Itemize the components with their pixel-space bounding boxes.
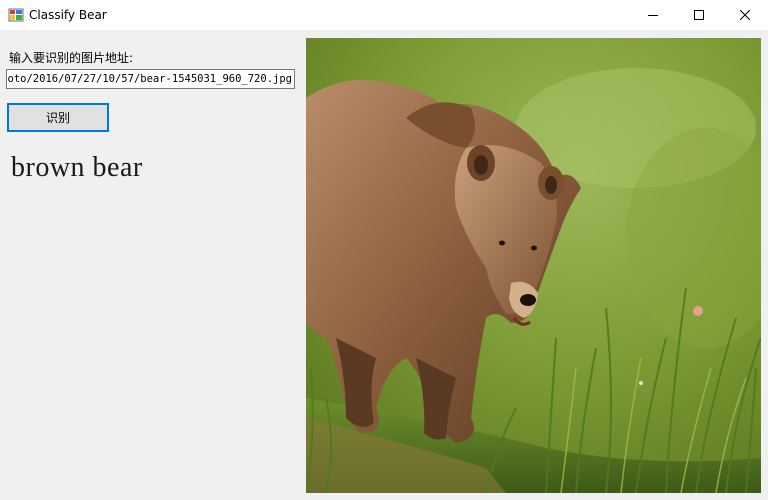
bear-photo	[306, 38, 761, 493]
classify-bear-window: Classify Bear 输入要识别的图片地址: photo/2016/07/…	[0, 0, 768, 500]
minimize-button[interactable]	[630, 0, 676, 30]
image-url-value: photo/2016/07/27/10/57/bear-1545031_960_…	[6, 73, 292, 85]
maximize-button[interactable]	[676, 0, 722, 30]
minimize-icon	[648, 15, 658, 16]
classification-result: brown bear	[11, 152, 143, 183]
image-url-input[interactable]: photo/2016/07/27/10/57/bear-1545031_960_…	[6, 69, 295, 89]
maximize-icon	[694, 10, 704, 20]
title-bar[interactable]: Classify Bear	[0, 0, 768, 30]
close-button[interactable]	[722, 0, 768, 30]
recognize-button[interactable]: 识别	[7, 103, 109, 132]
app-icon	[8, 7, 24, 23]
url-prompt-label: 输入要识别的图片地址:	[9, 51, 134, 65]
close-icon	[740, 10, 750, 20]
window-title: Classify Bear	[29, 8, 107, 22]
